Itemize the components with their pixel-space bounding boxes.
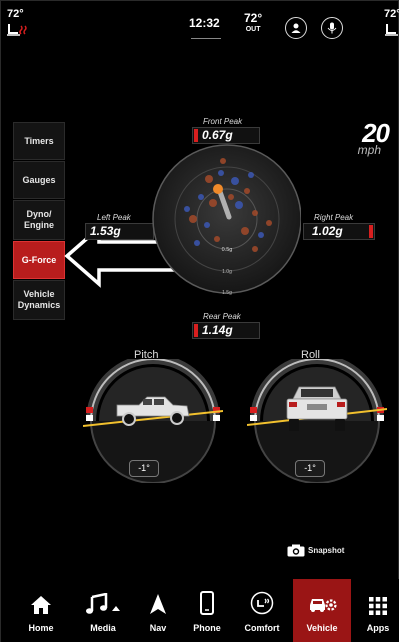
right-peak-box: 1.02g — [303, 223, 375, 240]
home-icon — [31, 596, 51, 614]
nav-home[interactable]: Home — [15, 579, 67, 642]
pitch-angle-readout: -1° — [129, 460, 159, 477]
nav-nav-label: Nav — [149, 623, 167, 633]
right-peak-label: Right Peak — [314, 213, 354, 222]
snapshot-button[interactable]: Snapshot — [287, 544, 344, 557]
g-ring-label-outer: 1.5g — [222, 290, 232, 296]
status-bar: 72° 12:32 72° OUT 72° — [1, 1, 399, 51]
g-force-plot: 0.5g 1.0g 1.5g — [152, 144, 301, 296]
right-peak-bar — [369, 225, 373, 238]
nav-phone-label: Phone — [193, 623, 221, 633]
rear-peak-label: Rear Peak — [203, 312, 241, 321]
bottom-navigation-bar: Home Media Nav Phone Comfort Vehicle App… — [1, 579, 399, 642]
vehicle-performance-screen: 72° 12:32 72° OUT 72° Timers Gauges Dyno… — [0, 0, 399, 642]
music-icon — [86, 593, 120, 614]
right-peak-value: 1.02g — [312, 224, 343, 238]
nav-phone[interactable]: Phone — [183, 579, 231, 642]
passenger-heated-seat-icon[interactable] — [384, 22, 399, 38]
camera-icon — [287, 544, 305, 557]
snapshot-label: Snapshot — [308, 546, 345, 555]
rear-peak-box: 1.14g — [192, 322, 260, 339]
vehicle-icon — [310, 599, 337, 612]
nav-apps[interactable]: Apps — [357, 579, 399, 642]
heated-seat-icon[interactable] — [5, 22, 29, 38]
menu-item-dyno-engine[interactable]: Dyno/ Engine — [13, 200, 65, 240]
performance-page-menu: Timers Gauges Dyno/ Engine G-Force Vehic… — [13, 122, 65, 321]
g-force-current-point — [213, 184, 223, 194]
outside-temperature: 72° OUT — [244, 12, 262, 36]
nav-home-label: Home — [28, 623, 54, 633]
nav-nav[interactable]: Nav — [137, 579, 179, 642]
rear-peak-value: 1.14g — [202, 323, 233, 337]
g-ring-label-mid: 1.0g — [222, 269, 232, 275]
nav-media[interactable]: Media — [77, 579, 129, 642]
user-profile-icon — [291, 23, 301, 33]
nav-apps-label: Apps — [366, 623, 390, 633]
voice-button[interactable] — [321, 17, 343, 39]
outside-temp-label: OUT — [245, 26, 261, 33]
nav-vehicle[interactable]: Vehicle — [293, 579, 351, 642]
outside-temp-value: 72° — [244, 11, 263, 25]
driver-temperature[interactable]: 72° — [7, 8, 24, 20]
menu-item-vehicle-dynamics[interactable]: Vehicle Dynamics — [13, 280, 65, 320]
phone-icon — [200, 591, 214, 615]
menu-item-gauges[interactable]: Gauges — [13, 161, 65, 199]
clock-underline — [191, 38, 221, 39]
menu-item-timers[interactable]: Timers — [13, 122, 65, 160]
apps-grid-icon — [369, 597, 387, 615]
comfort-icon — [250, 591, 274, 615]
left-peak-box: 1.53g — [85, 223, 154, 240]
passenger-temperature[interactable]: 72° — [384, 8, 399, 20]
navigation-arrow-icon — [150, 594, 166, 614]
left-peak-value: 1.53g — [90, 224, 121, 238]
rear-peak-bar — [194, 324, 198, 337]
nav-comfort[interactable]: Comfort — [237, 579, 287, 642]
speed-unit: mph — [357, 143, 381, 157]
menu-item-g-force[interactable]: G-Force — [13, 241, 65, 279]
nav-comfort-label: Comfort — [244, 623, 280, 633]
roll-angle-readout: -1° — [295, 460, 325, 477]
nav-media-label: Media — [90, 623, 116, 633]
microphone-icon — [327, 22, 337, 34]
left-peak-label: Left Peak — [97, 213, 131, 222]
clock: 12:32 — [189, 16, 220, 30]
front-peak-label: Front Peak — [203, 117, 243, 126]
profile-button[interactable] — [285, 17, 307, 39]
nav-vehicle-label: Vehicle — [306, 623, 338, 633]
g-ring-label-inner: 0.5g — [222, 247, 233, 253]
